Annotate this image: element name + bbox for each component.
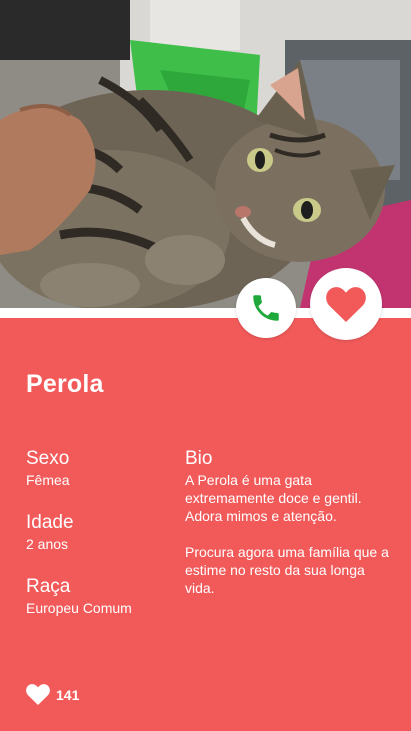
- sexo-value: Fêmea: [26, 472, 70, 488]
- sexo-field: Sexo Fêmea: [26, 448, 176, 512]
- bio-text: A Perola é uma gata extremamente doce e …: [185, 471, 395, 597]
- favorite-button[interactable]: [310, 268, 382, 340]
- call-button[interactable]: [236, 278, 296, 338]
- heart-icon: [326, 286, 366, 322]
- bio-paragraph: A Perola é uma gata extremamente doce e …: [185, 472, 362, 524]
- idade-value: 2 anos: [26, 536, 69, 552]
- bio-section: Bio A Perola é uma gata extremamente doc…: [185, 448, 395, 597]
- raca-field: Raça Europeu Comum: [26, 576, 176, 640]
- idade-field: Idade 2 anos: [26, 512, 176, 576]
- phone-icon: [253, 295, 279, 321]
- bio-paragraph: Procura agora uma família que a estime n…: [185, 544, 389, 596]
- bio-label: Bio: [185, 448, 213, 469]
- likes-count: 141: [56, 686, 80, 703]
- pet-details: Sexo Fêmea Idade 2 anos Raça Europeu Com…: [26, 448, 176, 640]
- idade-label: Idade: [26, 512, 74, 533]
- sexo-label: Sexo: [26, 448, 70, 469]
- pet-info-card: Perola Sexo Fêmea Idade 2 anos Raça Euro…: [0, 318, 411, 731]
- raca-label: Raça: [26, 576, 71, 597]
- raca-value: Europeu Comum: [26, 600, 132, 616]
- heart-icon: [26, 684, 50, 705]
- likes-counter: 141: [26, 684, 79, 705]
- pet-photo: [0, 0, 411, 308]
- pet-name: Perola: [26, 370, 104, 398]
